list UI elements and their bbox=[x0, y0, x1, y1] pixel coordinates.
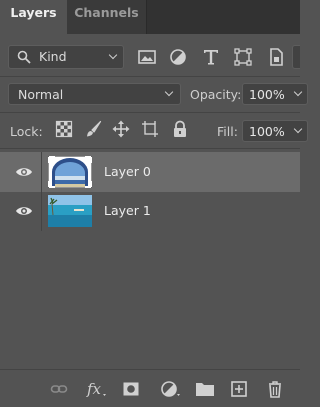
opacity-label: Opacity: bbox=[190, 87, 242, 102]
link-layers-icon[interactable] bbox=[50, 380, 68, 398]
lock-label: Lock: bbox=[10, 124, 43, 139]
divider bbox=[0, 76, 300, 77]
divider bbox=[0, 148, 300, 149]
shape-filter-icon[interactable] bbox=[233, 47, 253, 67]
search-icon bbox=[17, 50, 31, 64]
layer-thumbnail bbox=[48, 156, 92, 188]
fill-label: Fill: bbox=[217, 124, 238, 139]
layer-row-layer-1[interactable]: Layer 1 bbox=[0, 191, 300, 231]
tab-channels[interactable]: Channels bbox=[67, 0, 147, 34]
chevron-down-icon bbox=[293, 87, 303, 97]
tab-layers[interactable]: Layers bbox=[0, 0, 67, 34]
blend-mode-select[interactable]: Normal bbox=[8, 83, 181, 105]
smart-object-filter-icon[interactable] bbox=[266, 47, 286, 67]
filter-toggle-edge[interactable] bbox=[292, 45, 300, 69]
svg-text:fx: fx bbox=[86, 380, 102, 398]
lock-position-icon[interactable] bbox=[112, 120, 130, 138]
opacity-input[interactable]: 100% bbox=[242, 83, 308, 105]
layer-row-layer-0[interactable]: Layer 0 bbox=[0, 152, 300, 192]
layer-name[interactable]: Layer 1 bbox=[104, 203, 151, 218]
chevron-down-icon bbox=[108, 50, 118, 60]
divider bbox=[0, 112, 300, 113]
fill-value: 100% bbox=[249, 124, 285, 139]
eye-icon[interactable] bbox=[15, 165, 33, 179]
layer-thumbnail bbox=[48, 195, 92, 227]
lock-image-pixels-icon[interactable] bbox=[84, 120, 102, 138]
visibility-column bbox=[0, 191, 42, 231]
add-mask-icon[interactable] bbox=[122, 380, 140, 398]
lock-all-icon[interactable] bbox=[171, 120, 189, 138]
pixel-filter-icon[interactable] bbox=[137, 47, 157, 67]
filter-kind-select[interactable]: Kind bbox=[8, 45, 124, 69]
type-filter-icon[interactable] bbox=[201, 47, 221, 67]
chevron-down-icon bbox=[164, 87, 174, 97]
eye-icon[interactable] bbox=[15, 204, 33, 218]
panel-footer: fx bbox=[0, 369, 300, 407]
delete-layer-icon[interactable] bbox=[266, 380, 284, 398]
opacity-value: 100% bbox=[249, 87, 285, 102]
visibility-column bbox=[0, 152, 42, 192]
new-layer-icon[interactable] bbox=[230, 380, 248, 398]
panel-tab-bar: Layers Channels bbox=[0, 0, 300, 34]
layer-name[interactable]: Layer 0 bbox=[104, 164, 151, 179]
blend-mode-label: Normal bbox=[18, 87, 64, 102]
layer-style-fx-icon[interactable]: fx bbox=[86, 380, 108, 398]
adjustment-layer-icon[interactable] bbox=[160, 380, 182, 398]
chevron-down-icon bbox=[293, 124, 303, 134]
adjustment-filter-icon[interactable] bbox=[168, 47, 188, 67]
filter-kind-label: Kind bbox=[39, 49, 67, 64]
group-folder-icon[interactable] bbox=[195, 380, 215, 398]
fill-input[interactable]: 100% bbox=[242, 120, 308, 142]
lock-artboard-icon[interactable] bbox=[141, 120, 159, 138]
lock-transparent-pixels-icon[interactable] bbox=[55, 120, 73, 138]
